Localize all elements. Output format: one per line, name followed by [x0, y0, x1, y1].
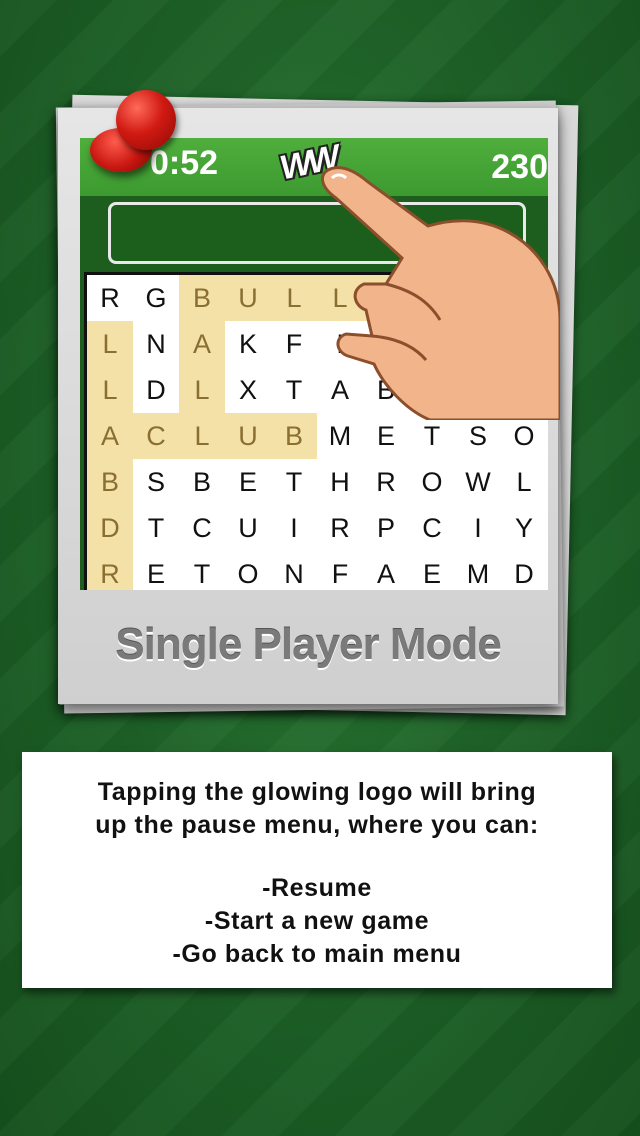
grid-cell[interactable]: L [179, 367, 225, 413]
grid-cell[interactable]: B [179, 275, 225, 321]
grid-cell[interactable]: S [133, 459, 179, 505]
grid-cell[interactable]: T [179, 551, 225, 590]
option-main-menu: -Go back to main menu [172, 940, 462, 968]
grid-cell[interactable]: A [87, 413, 133, 459]
grid-cell[interactable]: B [87, 459, 133, 505]
grid-cell[interactable]: G [133, 275, 179, 321]
grid-cell[interactable]: L [179, 413, 225, 459]
grid-cell[interactable]: E [409, 551, 455, 590]
grid-cell[interactable]: R [317, 505, 363, 551]
grid-cell[interactable]: N [271, 551, 317, 590]
grid-cell[interactable]: T [271, 459, 317, 505]
grid-cell[interactable]: L [87, 367, 133, 413]
grid-cell[interactable]: W [455, 459, 501, 505]
grid-cell[interactable]: I [455, 505, 501, 551]
grid-cell[interactable]: C [409, 505, 455, 551]
grid-cell[interactable]: D [133, 367, 179, 413]
grid-cell[interactable]: O [409, 459, 455, 505]
grid-cell[interactable]: C [133, 413, 179, 459]
option-new-game: -Start a new game [204, 907, 430, 935]
grid-cell[interactable]: I [271, 505, 317, 551]
grid-cell[interactable]: E [225, 459, 271, 505]
grid-cell[interactable]: K [225, 321, 271, 367]
pointing-hand-icon [320, 166, 560, 420]
grid-cell[interactable]: C [179, 505, 225, 551]
grid-cell[interactable]: A [179, 321, 225, 367]
grid-cell[interactable]: D [501, 551, 547, 590]
grid-cell[interactable]: U [225, 413, 271, 459]
grid-cell[interactable]: U [225, 275, 271, 321]
grid-cell[interactable]: Y [501, 505, 547, 551]
grid-cell[interactable]: O [225, 551, 271, 590]
instruction-line-1: Tapping the glowing logo will bring [97, 778, 537, 806]
grid-cell[interactable]: U [225, 505, 271, 551]
grid-cell[interactable]: R [363, 459, 409, 505]
grid-cell[interactable]: L [87, 321, 133, 367]
grid-cell[interactable]: T [133, 505, 179, 551]
instruction-line-2: up the pause menu, where you can: [95, 811, 539, 839]
option-resume: -Resume [262, 874, 372, 902]
grid-cell[interactable]: X [225, 367, 271, 413]
grid-cell[interactable]: R [87, 551, 133, 590]
grid-cell[interactable]: B [179, 459, 225, 505]
grid-cell[interactable]: H [317, 459, 363, 505]
grid-cell[interactable]: P [363, 505, 409, 551]
grid-cell[interactable]: F [317, 551, 363, 590]
grid-cell[interactable]: E [133, 551, 179, 590]
push-pin-head [116, 90, 176, 150]
timer: 0:52 [150, 144, 219, 182]
mode-caption: Single Player Mode [115, 620, 501, 669]
instructions-panel: Tapping the glowing logo will bring up t… [22, 752, 612, 988]
grid-cell[interactable]: L [501, 459, 547, 505]
grid-cell[interactable]: N [133, 321, 179, 367]
grid-cell[interactable]: M [455, 551, 501, 590]
grid-cell[interactable]: D [87, 505, 133, 551]
grid-cell[interactable]: R [87, 275, 133, 321]
grid-cell[interactable]: A [363, 551, 409, 590]
